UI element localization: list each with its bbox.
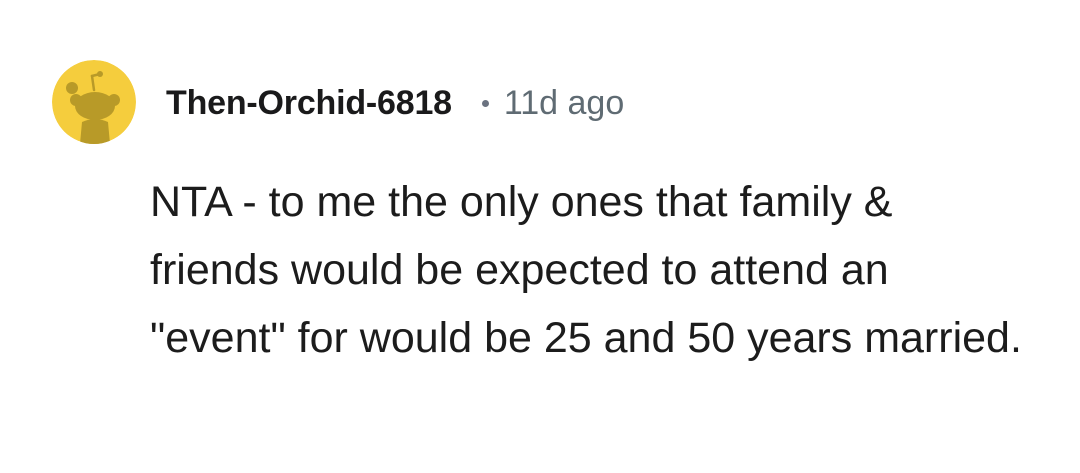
- comment: Then-Orchid-6818 11d ago NTA - to me the…: [0, 0, 1080, 473]
- separator-dot: [481, 99, 489, 107]
- reddit-snoo-avatar-icon: [52, 60, 136, 144]
- timestamp[interactable]: 11d ago: [504, 84, 624, 123]
- comment-header: Then-Orchid-6818 11d ago: [166, 80, 624, 126]
- avatar[interactable]: [52, 60, 136, 144]
- comment-body: NTA - to me the only ones that family & …: [150, 178, 1022, 362]
- username-link[interactable]: Then-Orchid-6818: [166, 84, 452, 123]
